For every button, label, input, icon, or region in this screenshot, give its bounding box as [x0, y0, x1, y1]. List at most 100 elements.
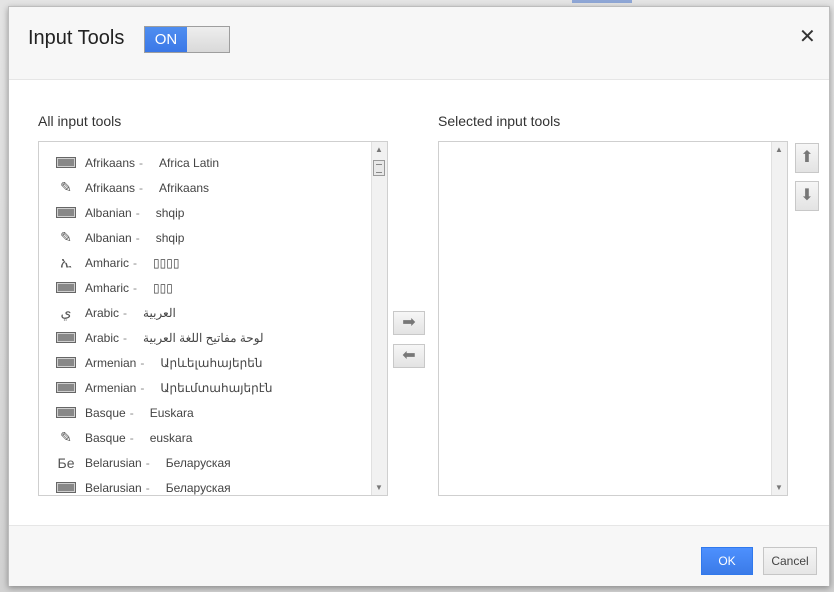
keyboard-icon: [55, 382, 77, 393]
all-input-tools-label: All input tools: [38, 113, 122, 129]
list-item[interactable]: ✎ Afrikaans - Afrikaans: [55, 175, 371, 200]
background-tab-indicator: [572, 0, 632, 3]
up-arrow-icon: ⬆: [800, 149, 814, 166]
list-item-separator: -: [129, 430, 134, 445]
list-item-native-name: Беларуская: [165, 480, 231, 495]
list-item-language: Belarusian: [85, 455, 142, 470]
list-item-language: Albanian: [85, 205, 132, 220]
scroll-down-arrow-icon[interactable]: ▼: [375, 483, 383, 492]
list-item-native-name: Беларуская: [165, 455, 231, 470]
list-item-language: Afrikaans: [85, 155, 136, 170]
list-item-language: Armenian: [85, 355, 137, 370]
ok-button[interactable]: OK: [701, 547, 753, 575]
list-item-native-name: shqip: [155, 230, 185, 245]
list-item-language: Amharic: [85, 255, 130, 270]
list-item-language: Albanian: [85, 230, 132, 245]
add-input-tool-button[interactable]: ➡: [393, 311, 425, 335]
keyboard-icon: [55, 357, 77, 368]
list-item[interactable]: ي Arabic - العربية: [55, 300, 371, 325]
list-item[interactable]: ✎ Albanian - shqip: [55, 225, 371, 250]
list-item-native-name: Արեւմտահայերէն: [160, 380, 273, 395]
move-down-button[interactable]: ⬇: [795, 181, 819, 211]
list-item-native-name: Euskara: [149, 405, 194, 420]
list-item-separator: -: [139, 180, 144, 195]
list-item-language: Armenian: [85, 380, 137, 395]
keyboard-icon: [55, 482, 77, 493]
list-item-native-name: ▯▯▯: [153, 280, 173, 295]
dialog-title: Input Tools: [28, 27, 125, 49]
cancel-button[interactable]: Cancel: [763, 547, 817, 575]
list-item[interactable]: Armenian - Արեւմտահայերէն: [55, 375, 371, 400]
selected-input-tools-list-content: [439, 142, 771, 495]
list-item[interactable]: Basque - Euskara: [55, 400, 371, 425]
list-item-native-name: العربية: [143, 305, 176, 320]
pencil-icon: ✎: [60, 229, 72, 245]
keyboard-icon: [55, 332, 77, 343]
toggle-on-label: ON: [145, 27, 187, 52]
list-item[interactable]: ኢ Amharic - ▯▯▯▯: [55, 250, 371, 275]
keyboard-icon: [55, 157, 77, 168]
scroll-down-arrow-icon[interactable]: ▼: [775, 483, 783, 492]
list-item[interactable]: Afrikaans - Africa Latin: [55, 150, 371, 175]
remove-input-tool-button[interactable]: ⬅: [393, 344, 425, 368]
move-up-button[interactable]: ⬆: [795, 143, 819, 173]
list-item-language: Basque: [85, 405, 126, 420]
right-arrow-icon: ➡: [402, 314, 416, 331]
dialog-footer: OK Cancel: [9, 525, 829, 586]
input-tools-dialog: Input Tools ON ✕ All input tools Selecte…: [8, 6, 830, 586]
cyrillic-glyph-icon: Бе: [57, 454, 75, 471]
selected-input-tools-label: Selected input tools: [438, 113, 561, 129]
list-item-native-name: ▯▯▯▯: [153, 255, 180, 270]
all-input-tools-list[interactable]: Afrikaans - Africa Latin ✎ Afrikaans - Afrikaa…: [38, 141, 388, 496]
list-item[interactable]: ✎ Basque - euskara: [55, 425, 371, 450]
list-item-separator: -: [123, 330, 128, 345]
ethiopic-glyph-icon: ኢ: [60, 254, 72, 270]
list-item[interactable]: Бе Belarusian - Беларуская: [55, 450, 371, 475]
list-item[interactable]: Albanian - shqip: [55, 200, 371, 225]
scrollbar-thumb[interactable]: [373, 160, 385, 176]
keyboard-icon: [55, 407, 77, 418]
list-item-native-name: Արևելահայերեն: [160, 355, 263, 370]
down-arrow-icon: ⬇: [800, 187, 814, 204]
all-list-scrollbar[interactable]: ▲ ▼: [371, 142, 387, 495]
list-item-native-name: Afrikaans: [159, 180, 210, 195]
close-icon[interactable]: ✕: [799, 24, 816, 49]
scroll-up-arrow-icon[interactable]: ▲: [775, 145, 783, 154]
list-item-language: Amharic: [85, 280, 130, 295]
left-arrow-icon: ⬅: [402, 347, 416, 364]
list-item-separator: -: [135, 205, 140, 220]
list-item-native-name: euskara: [149, 430, 193, 445]
list-item-separator: -: [123, 305, 128, 320]
list-item-separator: -: [145, 455, 150, 470]
list-item-separator: -: [139, 155, 144, 170]
list-item[interactable]: Amharic - ▯▯▯: [55, 275, 371, 300]
pencil-icon: ✎: [60, 179, 72, 195]
selected-list-scrollbar[interactable]: ▲ ▼: [771, 142, 787, 495]
keyboard-icon: [55, 207, 77, 218]
list-item-separator: -: [133, 255, 138, 270]
arabic-glyph-icon: ي: [60, 304, 72, 320]
list-item-separator: -: [135, 230, 140, 245]
scroll-up-arrow-icon[interactable]: ▲: [375, 145, 383, 154]
list-item-language: Afrikaans: [85, 180, 136, 195]
list-item[interactable]: Belarusian - Беларуская: [55, 475, 371, 495]
list-item-native-name: shqip: [155, 205, 185, 220]
list-item-separator: -: [140, 355, 145, 370]
list-item-separator: -: [140, 380, 145, 395]
all-input-tools-list-content: Afrikaans - Africa Latin ✎ Afrikaans - Afrikaa…: [39, 142, 371, 495]
dialog-header: Input Tools ON ✕: [9, 7, 829, 80]
input-tools-toggle[interactable]: ON: [144, 26, 230, 53]
pencil-icon: ✎: [60, 429, 72, 445]
list-item[interactable]: Arabic - لوحة مفاتيح اللغة العربية: [55, 325, 371, 350]
list-item-language: Arabic: [85, 305, 120, 320]
list-item-native-name: لوحة مفاتيح اللغة العربية: [143, 330, 264, 345]
list-item-language: Basque: [85, 430, 126, 445]
keyboard-icon: [55, 282, 77, 293]
list-item-separator: -: [133, 280, 138, 295]
selected-input-tools-list[interactable]: ▲ ▼: [438, 141, 788, 496]
list-item-native-name: Africa Latin: [159, 155, 220, 170]
list-item-separator: -: [129, 405, 134, 420]
list-item[interactable]: Armenian - Արևելահայերեն: [55, 350, 371, 375]
list-item-separator: -: [145, 480, 150, 495]
list-item-language: Belarusian: [85, 480, 142, 495]
